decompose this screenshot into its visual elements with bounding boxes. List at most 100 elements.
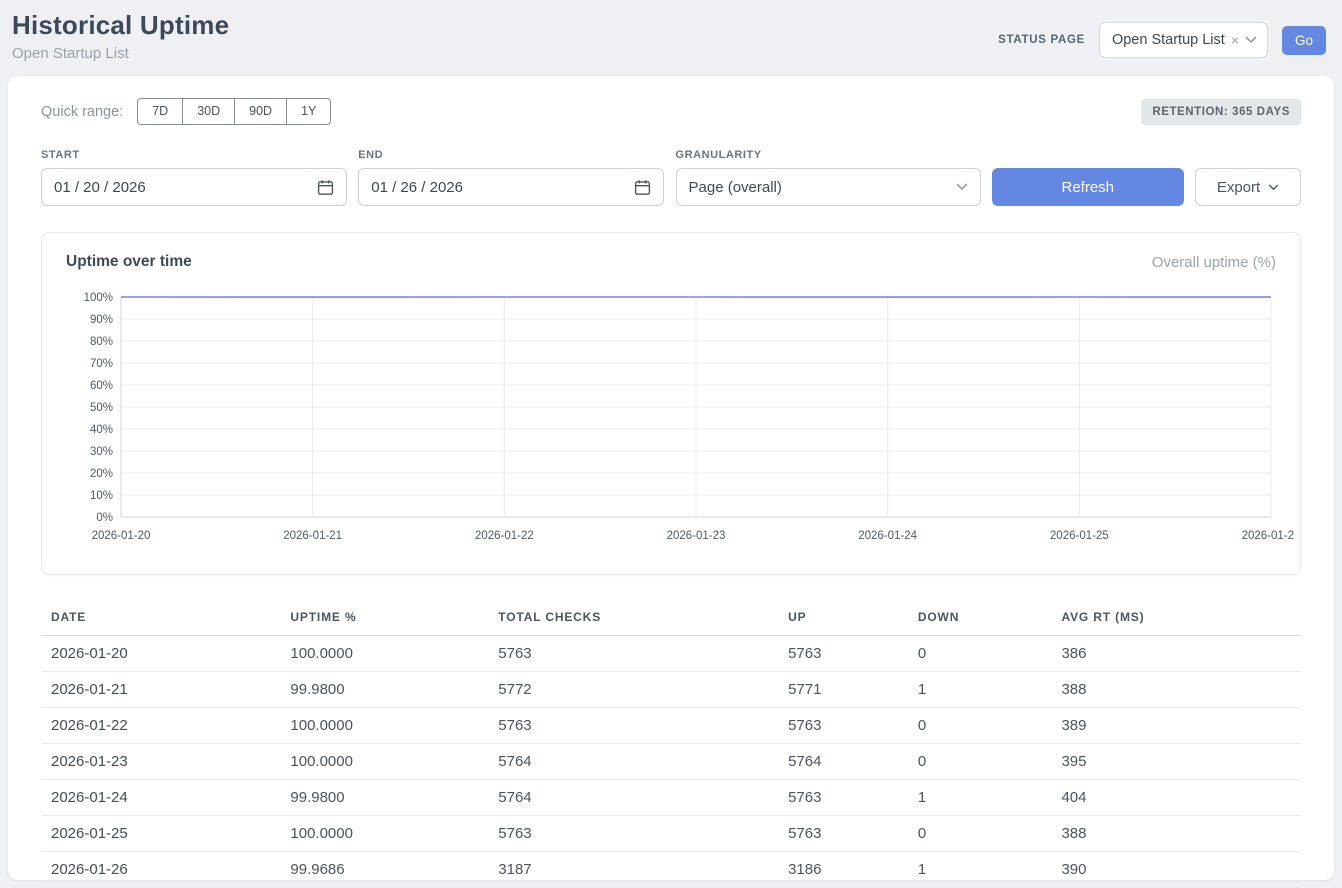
table-cell: 0 xyxy=(908,744,1052,780)
top-header: Historical Uptime Open Startup List STAT… xyxy=(0,0,1342,68)
svg-text:20%: 20% xyxy=(90,468,113,480)
table-cell: 2026-01-23 xyxy=(41,744,280,780)
granularity-select[interactable]: Page (overall) xyxy=(676,168,981,206)
table-cell: 5763 xyxy=(778,780,908,816)
table-cell: 5763 xyxy=(778,708,908,744)
quick-range-button-group: 7D 30D 90D 1Y xyxy=(137,98,331,125)
table-cell: 5771 xyxy=(778,672,908,708)
table-cell: 5763 xyxy=(778,636,908,672)
close-icon[interactable]: × xyxy=(1231,33,1239,47)
table-row: 2026-01-23100.0000576457640395 xyxy=(41,744,1301,780)
svg-text:100%: 100% xyxy=(84,292,113,304)
start-date-field: START 01 / 20 / 2026 xyxy=(41,149,347,206)
table-cell: 5763 xyxy=(488,816,778,852)
table-cell: 99.9800 xyxy=(280,672,488,708)
table-row: 2026-01-25100.0000576357630388 xyxy=(41,816,1301,852)
calendar-icon[interactable] xyxy=(634,179,651,196)
table-row: 2026-01-2699.9686318731861390 xyxy=(41,852,1301,888)
svg-text:90%: 90% xyxy=(90,314,113,326)
end-date-input[interactable]: 01 / 26 / 2026 xyxy=(358,168,664,206)
svg-text:2026-01-22: 2026-01-22 xyxy=(475,530,534,542)
uptime-table-head: DATEUPTIME %TOTAL CHECKSUPDOWNAVG RT (MS… xyxy=(41,601,1301,636)
granularity-selected-value: Page (overall) xyxy=(689,179,782,196)
svg-text:70%: 70% xyxy=(90,358,113,370)
table-column-header: AVG RT (MS) xyxy=(1051,601,1301,636)
status-page-select[interactable]: Open Startup List × xyxy=(1099,22,1268,58)
page-title: Historical Uptime xyxy=(12,10,229,41)
table-cell: 1 xyxy=(908,672,1052,708)
svg-text:0%: 0% xyxy=(96,512,113,524)
table-header-row: DATEUPTIME %TOTAL CHECKSUPDOWNAVG RT (MS… xyxy=(41,601,1301,636)
quick-range-90d-button[interactable]: 90D xyxy=(234,98,287,125)
table-row: 2026-01-22100.0000576357630389 xyxy=(41,708,1301,744)
table-cell: 388 xyxy=(1051,672,1301,708)
table-cell: 2026-01-25 xyxy=(41,816,280,852)
svg-text:30%: 30% xyxy=(90,446,113,458)
svg-text:2026-01-24: 2026-01-24 xyxy=(858,530,917,542)
granularity-field: GRANULARITY Page (overall) xyxy=(676,149,981,206)
controls-row: START 01 / 20 / 2026 END 01 / 26 / 2026 … xyxy=(41,149,1301,206)
table-column-header: UPTIME % xyxy=(280,601,488,636)
table-cell: 1 xyxy=(908,852,1052,888)
chevron-down-icon xyxy=(1245,36,1257,44)
start-date-input[interactable]: 01 / 20 / 2026 xyxy=(41,168,347,206)
granularity-label: GRANULARITY xyxy=(676,149,981,161)
retention-badge: RETENTION: 365 DAYS xyxy=(1141,99,1301,125)
svg-text:2026-01-26: 2026-01-26 xyxy=(1242,530,1294,542)
table-cell: 386 xyxy=(1051,636,1301,672)
go-button[interactable]: Go xyxy=(1282,26,1326,55)
quick-range-7d-button[interactable]: 7D xyxy=(137,98,183,125)
refresh-button[interactable]: Refresh xyxy=(992,168,1184,206)
table-cell: 99.9686 xyxy=(280,852,488,888)
table-cell: 5764 xyxy=(778,744,908,780)
table-cell: 1 xyxy=(908,780,1052,816)
main-card: Quick range: 7D 30D 90D 1Y RETENTION: 36… xyxy=(8,76,1334,880)
table-cell: 0 xyxy=(908,636,1052,672)
chart-title: Uptime over time xyxy=(66,253,192,271)
status-page-selected-value: Open Startup List xyxy=(1112,32,1225,48)
svg-text:2026-01-21: 2026-01-21 xyxy=(283,530,342,542)
quick-range-30d-button[interactable]: 30D xyxy=(182,98,235,125)
uptime-table: DATEUPTIME %TOTAL CHECKSUPDOWNAVG RT (MS… xyxy=(41,601,1301,888)
calendar-icon[interactable] xyxy=(317,179,334,196)
table-cell: 5764 xyxy=(488,744,778,780)
table-row: 2026-01-2499.9800576457631404 xyxy=(41,780,1301,816)
table-column-header: TOTAL CHECKS xyxy=(488,601,778,636)
chart-header: Uptime over time Overall uptime (%) xyxy=(66,253,1276,271)
table-cell: 389 xyxy=(1051,708,1301,744)
quick-range-1y-button[interactable]: 1Y xyxy=(286,98,331,125)
table-row: 2026-01-2199.9800577257711388 xyxy=(41,672,1301,708)
header-right: STATUS PAGE Open Startup List × Go xyxy=(998,22,1326,58)
table-cell: 2026-01-22 xyxy=(41,708,280,744)
table-cell: 100.0000 xyxy=(280,816,488,852)
export-button[interactable]: Export xyxy=(1195,168,1301,206)
table-cell: 390 xyxy=(1051,852,1301,888)
quick-range-left: Quick range: 7D 30D 90D 1Y xyxy=(41,98,331,125)
table-cell: 2026-01-26 xyxy=(41,852,280,888)
export-button-label: Export xyxy=(1217,179,1260,196)
end-label: END xyxy=(358,149,664,161)
table-cell: 2026-01-24 xyxy=(41,780,280,816)
end-date-field: END 01 / 26 / 2026 xyxy=(358,149,664,206)
table-cell: 100.0000 xyxy=(280,708,488,744)
svg-text:2026-01-20: 2026-01-20 xyxy=(92,530,151,542)
table-cell: 5763 xyxy=(778,816,908,852)
chevron-down-icon xyxy=(956,183,968,191)
uptime-table-body: 2026-01-20100.00005763576303862026-01-21… xyxy=(41,636,1301,888)
start-date-value: 01 / 20 / 2026 xyxy=(54,179,146,196)
svg-text:80%: 80% xyxy=(90,336,113,348)
title-block: Historical Uptime Open Startup List xyxy=(12,10,229,62)
table-cell: 100.0000 xyxy=(280,744,488,780)
status-page-label: STATUS PAGE xyxy=(998,34,1085,46)
end-date-value: 01 / 26 / 2026 xyxy=(371,179,463,196)
table-cell: 99.9800 xyxy=(280,780,488,816)
table-cell: 2026-01-20 xyxy=(41,636,280,672)
table-cell: 404 xyxy=(1051,780,1301,816)
quick-range-label: Quick range: xyxy=(41,104,123,120)
table-cell: 3187 xyxy=(488,852,778,888)
table-cell: 5764 xyxy=(488,780,778,816)
svg-text:2026-01-23: 2026-01-23 xyxy=(667,530,726,542)
svg-text:60%: 60% xyxy=(90,380,113,392)
table-cell: 3186 xyxy=(778,852,908,888)
table-cell: 395 xyxy=(1051,744,1301,780)
